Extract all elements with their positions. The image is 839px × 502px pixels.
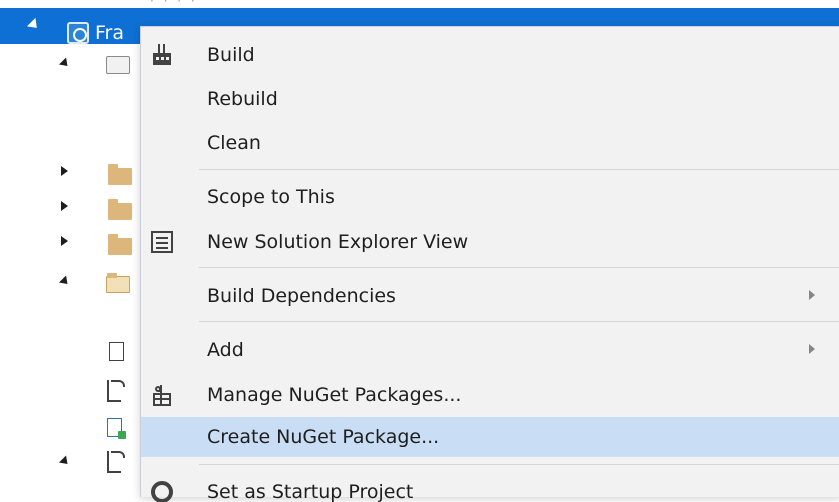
menu-separator	[199, 267, 839, 268]
menu-item-set-as-startup-project[interactable]: Set as Startup Project	[141, 472, 839, 502]
nuspec-file-icon	[107, 451, 125, 473]
file-icon	[109, 342, 124, 361]
collapsed-arrow-icon[interactable]	[61, 200, 70, 212]
menu-item-rebuild[interactable]: Rebuild	[141, 79, 839, 119]
folder-icon	[108, 164, 132, 185]
folder-icon	[108, 234, 132, 255]
expand-arrow-icon[interactable]	[26, 17, 42, 33]
gear-icon	[151, 481, 173, 502]
menu-item-label: New Solution Explorer View	[207, 231, 469, 253]
menu-item-manage-nuget-packages[interactable]: Manage NuGet Packages...	[141, 375, 839, 415]
submenu-arrow-icon	[809, 290, 815, 300]
collapsed-arrow-icon[interactable]	[61, 165, 70, 177]
folder-icon	[108, 199, 132, 220]
expand-arrow-icon[interactable]	[58, 57, 72, 70]
menu-item-create-nuget-package[interactable]: Create NuGet Package...	[141, 417, 839, 457]
menu-separator	[199, 169, 839, 170]
menu-item-build-dependencies[interactable]: Build Dependencies	[141, 276, 839, 316]
expand-arrow-icon[interactable]	[58, 275, 72, 288]
menu-item-add[interactable]: Add	[141, 330, 839, 370]
menu-separator	[199, 464, 839, 465]
nuspec-file-icon	[107, 380, 125, 402]
menu-item-label: Scope to This	[207, 186, 335, 208]
context-menu: Build Rebuild Clean Scope to This New So…	[140, 26, 839, 502]
project-label: Fra	[95, 22, 125, 44]
menu-separator	[199, 321, 839, 322]
project-icon	[67, 22, 89, 44]
open-folder-icon	[106, 273, 130, 293]
menu-item-label: Manage NuGet Packages...	[207, 384, 462, 406]
menu-item-label: Set as Startup Project	[207, 481, 414, 502]
references-icon	[106, 56, 130, 74]
expand-arrow-icon[interactable]	[58, 455, 72, 468]
tree-top-row-text: · · · ·	[150, 0, 198, 6]
menu-item-label: Build Dependencies	[207, 285, 396, 307]
tree-top-row-partial: · · · ·	[0, 0, 839, 6]
new-solution-explorer-view-icon	[151, 231, 173, 253]
menu-item-scope-to-this[interactable]: Scope to This	[141, 177, 839, 217]
menu-item-label: Rebuild	[207, 88, 278, 110]
config-file-icon	[107, 418, 126, 439]
menu-item-build[interactable]: Build	[141, 35, 839, 75]
menu-item-new-solution-explorer-view[interactable]: New Solution Explorer View	[141, 222, 839, 262]
menu-item-label: Add	[207, 339, 244, 361]
menu-item-clean[interactable]: Clean	[141, 123, 839, 163]
submenu-arrow-icon	[809, 344, 815, 354]
build-icon	[151, 44, 173, 66]
nuget-icon	[151, 384, 173, 406]
menu-item-label: Create NuGet Package...	[207, 426, 440, 448]
menu-item-label: Build	[207, 44, 255, 66]
collapsed-arrow-icon[interactable]	[61, 235, 70, 247]
menu-item-label: Clean	[207, 132, 261, 154]
